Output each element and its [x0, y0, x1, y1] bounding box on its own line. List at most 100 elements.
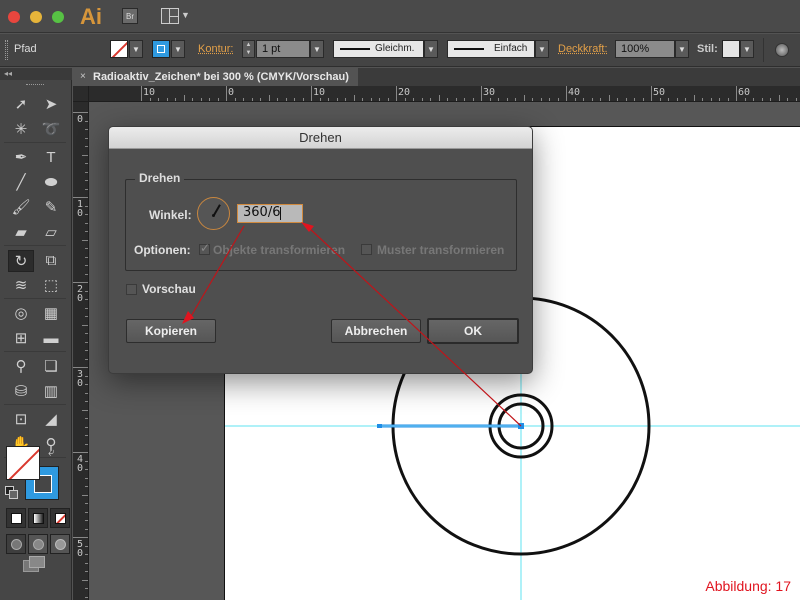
draw-normal-icon[interactable]: [6, 534, 26, 554]
ruler-tick: [396, 86, 397, 101]
transform-patterns-checkbox[interactable]: [361, 244, 372, 255]
style-dropdown[interactable]: ▼: [740, 40, 754, 58]
rotate-tool-icon[interactable]: ↻: [8, 250, 34, 272]
transform-objects-checkbox[interactable]: ✓: [199, 241, 210, 255]
ruler-label: 20: [77, 284, 84, 304]
ruler-tick: [85, 256, 88, 258]
pen-tool-icon[interactable]: ✒: [8, 147, 34, 169]
free-transform-tool-icon[interactable]: ⬚: [38, 275, 64, 297]
ruler-tick: [676, 98, 678, 101]
stroke-profile-select[interactable]: Gleichm.: [333, 40, 424, 58]
ruler-tick: [85, 375, 88, 377]
ok-button[interactable]: OK: [427, 318, 519, 344]
gradient-mode-button[interactable]: [28, 508, 48, 528]
ruler-tick: [642, 98, 644, 101]
style-swatch[interactable]: [722, 40, 740, 58]
stroke-weight-input[interactable]: 1 pt: [256, 40, 310, 58]
brush-select[interactable]: Einfach: [447, 40, 535, 58]
dialog-title[interactable]: Drehen: [109, 127, 532, 149]
stroke-label[interactable]: Kontur:: [198, 43, 233, 55]
ruler-origin[interactable]: [73, 86, 89, 102]
ruler-tick: [73, 452, 88, 453]
ruler-tick: [651, 86, 652, 101]
eraser-tool-icon[interactable]: ▱: [38, 222, 64, 244]
stroke-weight-dropdown[interactable]: ▼: [310, 40, 324, 58]
preview-checkbox[interactable]: [126, 284, 137, 295]
symbol-sprayer-tool-icon[interactable]: ⛁: [8, 381, 34, 403]
fill-dropdown[interactable]: ▼: [129, 40, 143, 58]
collapse-panel-icon[interactable]: ◂◂: [0, 68, 72, 80]
ruler-tick: [336, 98, 338, 101]
ruler-tick: [85, 290, 88, 292]
blend-tool-icon[interactable]: ❏: [38, 356, 64, 378]
stroke-dropdown[interactable]: ▼: [171, 40, 185, 58]
opacity-dropdown[interactable]: ▼: [675, 40, 689, 58]
preview-label: Vorschau: [142, 282, 196, 296]
fill-color-box[interactable]: [6, 446, 40, 480]
slice-tool-icon[interactable]: ◢: [38, 409, 64, 431]
stroke-weight-stepper[interactable]: ▲ ▼: [242, 40, 255, 58]
draw-behind-icon[interactable]: [28, 534, 48, 554]
ruler-tick: [85, 205, 88, 207]
panel-grip[interactable]: [5, 40, 8, 60]
none-mode-button[interactable]: [50, 508, 70, 528]
panel-grip[interactable]: [26, 84, 44, 86]
brush-dropdown[interactable]: ▼: [535, 40, 549, 58]
mesh-tool-icon[interactable]: ⊞: [8, 328, 34, 350]
perspective-grid-tool-icon[interactable]: ▦: [38, 303, 64, 325]
angle-dial[interactable]: [197, 197, 230, 230]
type-tool-icon[interactable]: T: [38, 147, 64, 169]
paintbrush-tool-icon[interactable]: 🖌: [8, 197, 34, 219]
fill-swatch[interactable]: [110, 40, 128, 58]
stroke-profile-dropdown[interactable]: ▼: [424, 40, 438, 58]
column-graph-tool-icon[interactable]: ▥: [38, 381, 64, 403]
ellipse-tool-icon[interactable]: ⬬: [38, 172, 64, 194]
ruler-tick: [540, 98, 542, 101]
brush-value: Einfach: [494, 43, 528, 54]
close-tab-icon[interactable]: ×: [80, 68, 86, 86]
chevron-down-icon[interactable]: ▼: [181, 10, 190, 20]
shape-builder-tool-icon[interactable]: ◎: [8, 303, 34, 325]
swap-fill-stroke-icon[interactable]: ⤶: [48, 445, 55, 460]
zoom-window-button[interactable]: [52, 11, 64, 23]
tool-divider: [4, 298, 66, 299]
blob-brush-tool-icon[interactable]: ▰: [8, 222, 34, 244]
rotation-origin-point[interactable]: [518, 423, 524, 429]
artboard-tool-icon[interactable]: ⊡: [8, 409, 34, 431]
screen-mode-icon[interactable]: [23, 556, 45, 572]
color-mode-button[interactable]: [6, 508, 26, 528]
stroke-swatch[interactable]: [152, 40, 170, 58]
scale-tool-icon[interactable]: ⧉: [38, 250, 64, 272]
horizontal-ruler[interactable]: 10 0 10 20 30 40 50 60: [89, 86, 800, 102]
cancel-button[interactable]: Abbrechen: [331, 319, 421, 343]
recolor-artwork-icon[interactable]: [775, 43, 789, 57]
default-fill-stroke-icon[interactable]: [5, 486, 18, 499]
transform-patterns-label: Muster transformieren: [377, 243, 505, 257]
document-tab[interactable]: × Radioaktiv_Zeichen* bei 300 % (CMYK/Vo…: [73, 68, 358, 86]
minimize-window-button[interactable]: [30, 11, 42, 23]
direct-selection-tool-icon[interactable]: ➤: [38, 94, 64, 116]
bridge-button[interactable]: Br: [122, 8, 138, 24]
copy-button[interactable]: Kopieren: [126, 319, 216, 343]
ruler-tick: [634, 98, 635, 101]
width-tool-icon[interactable]: ≋: [8, 275, 34, 297]
pencil-tool-icon[interactable]: ✎: [38, 197, 64, 219]
close-window-button[interactable]: [8, 11, 20, 23]
opacity-label[interactable]: Deckkraft:: [558, 43, 608, 55]
lasso-tool-icon[interactable]: ➰: [38, 119, 64, 141]
gradient-tool-icon[interactable]: ▬: [38, 328, 64, 350]
eyedropper-tool-icon[interactable]: ⚲: [8, 356, 34, 378]
vertical-ruler[interactable]: 0 10 20 30 40 50: [73, 86, 89, 600]
line-segment-tool-icon[interactable]: ╱: [8, 172, 34, 194]
draw-inside-icon[interactable]: [50, 534, 70, 554]
angle-input[interactable]: 360/6: [237, 204, 303, 223]
ruler-tick: [600, 98, 601, 101]
ruler-tick: [85, 503, 88, 504]
magic-wand-tool-icon[interactable]: ✳: [8, 119, 34, 141]
ruler-tick: [85, 265, 88, 266]
workspace-layout-icon[interactable]: [161, 8, 179, 24]
anchor-point-start[interactable]: [377, 424, 382, 428]
tool-divider: [4, 351, 66, 352]
selection-tool-icon[interactable]: ➚: [8, 94, 34, 116]
opacity-input[interactable]: 100%: [615, 40, 675, 58]
